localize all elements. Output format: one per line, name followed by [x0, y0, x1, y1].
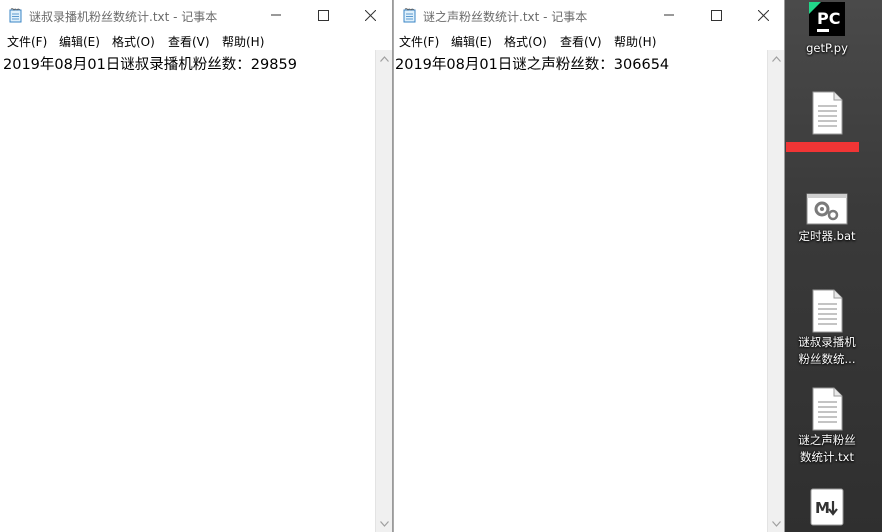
minimize-icon [664, 14, 674, 16]
desktop-icon-label-line2: 数统计.txt [800, 450, 854, 464]
notepad-window-1[interactable]: 谜叔录播机粉丝数统计.txt - 记事本 文件(F) 编辑(E) 格式(O) 查… [0, 0, 393, 532]
vertical-scrollbar[interactable] [375, 50, 392, 532]
close-button[interactable] [347, 0, 393, 30]
markdown-file-icon: M [810, 488, 844, 526]
chevron-up-icon [772, 55, 781, 62]
menu-edit[interactable]: 编辑(E) [451, 33, 492, 50]
desktop-icon-getp[interactable]: PC getP.py [787, 0, 867, 57]
minimize-button[interactable] [646, 0, 692, 30]
vertical-scrollbar[interactable] [767, 50, 784, 532]
chevron-down-icon [380, 520, 389, 527]
title-bar[interactable]: 谜之声粉丝数统计.txt - 记事本 [394, 0, 784, 30]
menu-bar: 文件(F) 编辑(E) 格式(O) 查看(V) 帮助(H) [394, 30, 784, 50]
scroll-down-button[interactable] [768, 515, 785, 532]
window-title: 谜之声粉丝数统计.txt - 记事本 [423, 10, 588, 24]
close-icon [364, 9, 376, 21]
desktop-icon-label-line1: 谜之声粉丝 [798, 433, 856, 447]
menu-edit[interactable]: 编辑(E) [59, 33, 100, 50]
menu-file[interactable]: 文件(F) [399, 33, 439, 50]
close-icon [757, 9, 769, 21]
text-file-icon [812, 289, 843, 333]
desktop-icon-mizhisheng-txt[interactable]: 谜之声粉丝 数统计.txt [787, 386, 867, 466]
menu-view[interactable]: 查看(V) [168, 33, 210, 50]
maximize-icon [317, 9, 329, 21]
menu-help[interactable]: 帮助(H) [222, 33, 264, 50]
close-button[interactable] [740, 0, 786, 30]
window-title: 谜叔录播机粉丝数统计.txt - 记事本 [29, 10, 218, 24]
chevron-down-icon [772, 520, 781, 527]
desktop-icon-label: getP.py [806, 41, 848, 55]
text-editor[interactable]: 2019年08月01日谜之声粉丝数：306654 [394, 50, 767, 532]
desktop-icon-markdown[interactable]: M [787, 487, 867, 527]
maximize-button[interactable] [300, 0, 346, 30]
notepad-window-2[interactable]: 谜之声粉丝数统计.txt - 记事本 文件(F) 编辑(E) 格式(O) 查看(… [393, 0, 785, 532]
desktop-icon-label: 定时器.bat [798, 229, 856, 243]
desktop-icon-label-line2: 粉丝数统... [798, 352, 856, 366]
editor-content: 2019年08月01日谜之声粉丝数：306654 [395, 57, 670, 73]
pycharm-file-icon: PC [809, 2, 845, 36]
maximize-button[interactable] [693, 0, 739, 30]
editor-content: 2019年08月01日谜叔录播机粉丝数：29859 [3, 57, 297, 73]
svg-text:M: M [815, 499, 830, 517]
desktop-icon-redacted-file[interactable] [787, 90, 867, 136]
menu-bar: 文件(F) 编辑(E) 格式(O) 查看(V) 帮助(H) [0, 30, 392, 50]
text-file-icon [812, 387, 843, 431]
chevron-up-icon [380, 55, 389, 62]
text-file-icon [812, 91, 843, 135]
notepad-icon [9, 8, 22, 23]
text-editor[interactable]: 2019年08月01日谜叔录播机粉丝数：29859 [0, 50, 375, 532]
redaction-bar [786, 142, 859, 152]
menu-file[interactable]: 文件(F) [7, 33, 47, 50]
notepad-icon [403, 8, 416, 23]
menu-format[interactable]: 格式(O) [112, 33, 155, 50]
minimize-icon [271, 14, 281, 16]
scroll-up-button[interactable] [376, 50, 393, 67]
menu-view[interactable]: 查看(V) [560, 33, 602, 50]
desktop-icon-label-line1: 谜叔录播机 [798, 335, 856, 349]
menu-help[interactable]: 帮助(H) [614, 33, 656, 50]
svg-text:PC: PC [817, 9, 840, 28]
maximize-icon [710, 9, 722, 21]
scroll-down-button[interactable] [376, 515, 393, 532]
minimize-button[interactable] [253, 0, 299, 30]
menu-format[interactable]: 格式(O) [504, 33, 547, 50]
batch-file-icon [806, 193, 848, 225]
desktop-icon-mishu-txt[interactable]: 谜叔录播机 粉丝数统... [787, 288, 867, 368]
title-bar[interactable]: 谜叔录播机粉丝数统计.txt - 记事本 [0, 0, 392, 30]
scroll-up-button[interactable] [768, 50, 785, 67]
desktop-icon-timer-bat[interactable]: 定时器.bat [787, 190, 867, 245]
